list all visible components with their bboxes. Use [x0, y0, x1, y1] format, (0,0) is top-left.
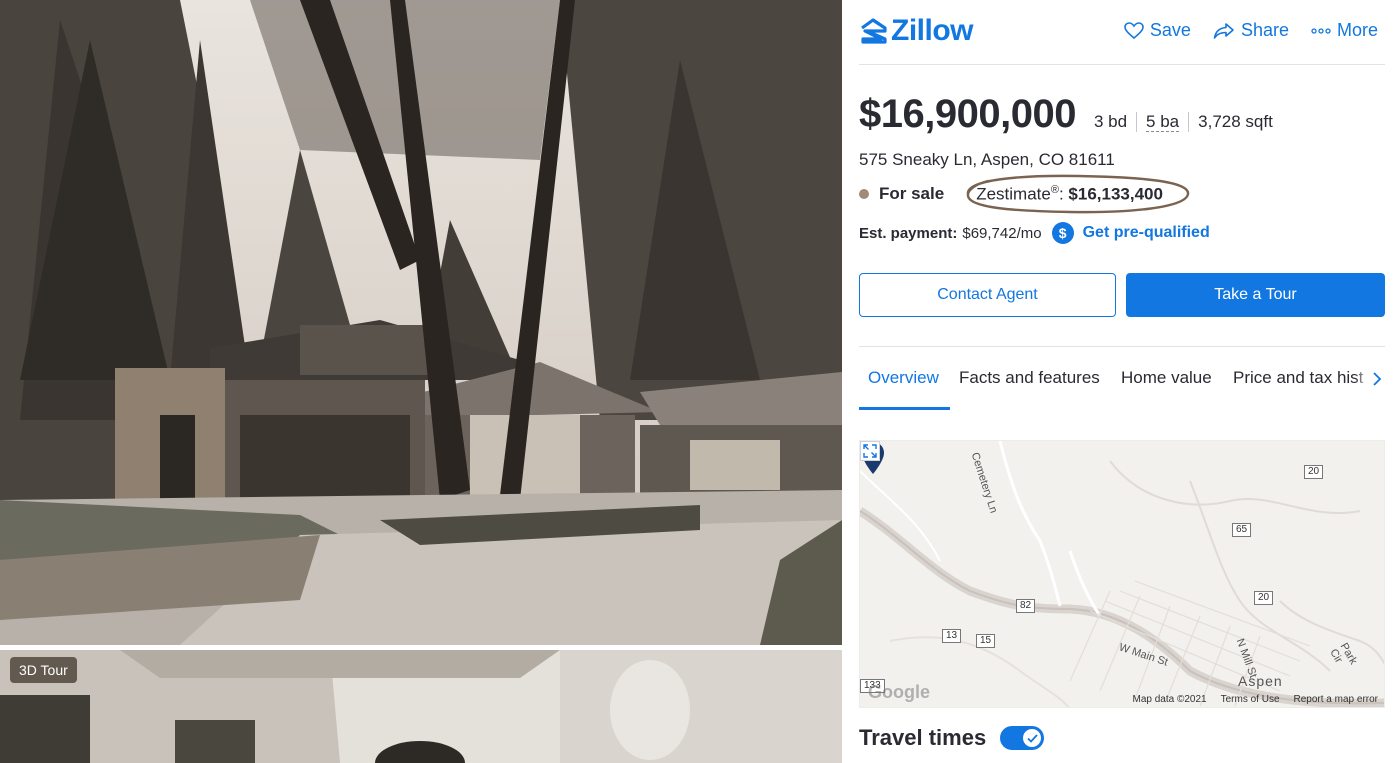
zillow-logo-icon [861, 18, 887, 44]
price-row: $16,900,000 3 bd 5 ba 3,728 sqft [859, 92, 1282, 137]
secondary-listing-photo[interactable] [0, 650, 842, 763]
header-divider [859, 64, 1385, 65]
travel-times-heading: Travel times [859, 725, 987, 750]
share-label: Share [1240, 20, 1289, 40]
zestimate-separator: : [1058, 184, 1064, 204]
bed-bath-sqft: 3 bd 5 ba 3,728 sqft [1094, 112, 1282, 132]
chevron-right-icon[interactable] [1370, 368, 1384, 390]
payment-value: $69,742/mo [962, 224, 1042, 242]
header-actions: Save Share More [1124, 20, 1378, 41]
highway-15-shield: 15 [976, 634, 996, 648]
save-label: Save [1149, 20, 1191, 40]
google-logo: Google [868, 682, 930, 702]
checkmark-icon [1027, 733, 1038, 743]
take-a-tour-button[interactable]: Take a Tour [1126, 273, 1385, 317]
listing-address: 575 Sneaky Ln, Aspen, CO 81611 [859, 150, 1115, 169]
zillow-logo[interactable]: Zillow [859, 14, 974, 48]
highway-20-south-shield: 20 [1254, 591, 1274, 605]
heart-icon [1124, 21, 1144, 39]
dollar-icon: $ [1051, 222, 1074, 244]
registered-mark: ® [1050, 184, 1059, 196]
tab-price-and-tax-history[interactable]: Price and tax hist [1233, 368, 1363, 388]
contact-agent-button[interactable]: Contact Agent [859, 273, 1116, 317]
more-button[interactable]: More [1311, 20, 1378, 41]
baths-fact[interactable]: 5 ba [1136, 112, 1188, 132]
tab-facts-and-features[interactable]: Facts and features [959, 368, 1100, 388]
status-row: For sale Zestimate®: $16,133,400 [859, 174, 1190, 214]
payment-label: Est. payment: [859, 224, 958, 242]
baths-value: 5 ba [1146, 112, 1180, 132]
zestimate[interactable]: Zestimate®: $16,133,400 [967, 174, 1190, 214]
panel-header: Zillow Save Share More [859, 14, 1400, 48]
highway-65-shield: 65 [1232, 523, 1252, 537]
highway-13-shield: 13 [942, 629, 962, 643]
main-listing-photo[interactable] [0, 0, 842, 645]
status-dot-icon [859, 189, 869, 200]
beds-fact: 3 bd [1093, 112, 1128, 131]
map-report-error-link[interactable]: Report a map error [1294, 694, 1378, 705]
highway-82-shield: 82 [1016, 599, 1036, 613]
listing-price: $16,900,000 [859, 92, 1076, 136]
map-data-credit: Map data ©2021 [1132, 694, 1207, 705]
travel-times-row: Travel times [859, 725, 1045, 751]
3d-tour-badge[interactable]: 3D Tour [10, 657, 77, 683]
share-icon [1213, 22, 1234, 39]
tab-home-value[interactable]: Home value [1121, 368, 1212, 388]
zestimate-label: Zestimate [976, 184, 1051, 204]
save-button[interactable]: Save [1124, 20, 1191, 41]
zestimate-value: $16,133,400 [1068, 184, 1163, 204]
more-label: More [1336, 20, 1378, 40]
location-map[interactable]: Cemetery Ln W Main St N Mill St Park Cir… [859, 440, 1385, 708]
expand-map-icon[interactable] [860, 441, 880, 461]
map-footer: Map data ©2021 Terms of Use Report a map… [1133, 694, 1378, 705]
toggle-knob [1023, 729, 1042, 747]
travel-times-toggle[interactable] [1000, 726, 1045, 750]
payment-row: Est. payment: $69,742/mo $ Get pre-quali… [859, 222, 1210, 244]
listing-panel: Zillow Save Share More $16,900,000 3 bd … [842, 0, 1400, 763]
section-divider [859, 346, 1385, 347]
highway-20-shield: 20 [1304, 465, 1324, 479]
zillow-wordmark: Zillow [891, 14, 974, 47]
map-roads [860, 441, 1384, 707]
map-terms-link[interactable]: Terms of Use [1221, 694, 1280, 705]
photo-gallery: 3D Tour [0, 0, 842, 763]
sale-status: For sale [879, 184, 945, 204]
detail-tabs: Overview Facts and features Home value P… [859, 356, 1384, 410]
active-tab-indicator [859, 407, 950, 410]
aspen-town-label: Aspen [1238, 673, 1283, 689]
get-prequalified-link[interactable]: Get pre-qualified [1083, 224, 1210, 242]
sqft-fact: 3,728 sqft [1188, 112, 1282, 132]
more-dots-icon [1311, 27, 1331, 34]
share-button[interactable]: Share [1213, 20, 1289, 41]
tab-overview[interactable]: Overview [868, 368, 939, 388]
